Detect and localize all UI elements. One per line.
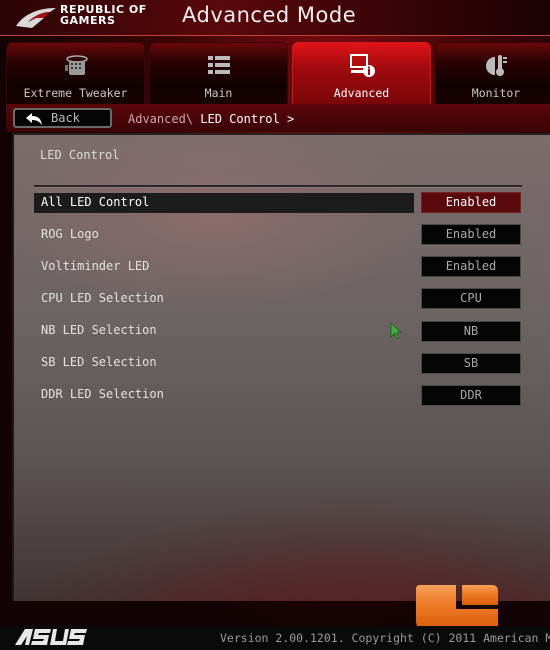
setting-value-nb-led-selection[interactable]: NB (421, 321, 521, 342)
main-tabs: Extreme Tweaker Main Advanced Monitor (0, 42, 550, 106)
setting-label: Voltiminder LED (41, 259, 150, 273)
tab-main[interactable]: Main (149, 42, 288, 106)
setting-row-voltiminder-led[interactable]: Voltiminder LED (34, 257, 414, 277)
settings-info-icon (349, 54, 375, 77)
setting-label: All LED Control (41, 195, 150, 209)
settings-panel: LED Control All LED Control Enabled ROG … (12, 133, 550, 601)
setting-value-ddr-led-selection[interactable]: DDR (421, 385, 521, 406)
setting-value-sb-led-selection[interactable]: SB (421, 353, 521, 374)
mouse-pointer-icon (390, 322, 402, 340)
gauge-thermometer-icon (486, 55, 507, 76)
setting-label: SB LED Selection (41, 355, 157, 369)
rog-logo-icon (16, 8, 56, 28)
setting-value-voltiminder-led[interactable]: Enabled (421, 256, 521, 277)
back-arrow-icon (26, 113, 42, 125)
setting-row-rog-logo[interactable]: ROG Logo (34, 225, 414, 245)
back-label: Back (51, 111, 80, 125)
setting-row-all-led-control[interactable]: All LED Control (34, 193, 414, 213)
setting-row-sb-led-selection[interactable]: SB LED Selection (34, 353, 414, 373)
section-title: LED Control (40, 148, 120, 162)
tab-extreme-tweaker[interactable]: Extreme Tweaker (6, 42, 145, 106)
version-text: Version 2.00.1201. Copyright (C) 2011 Am… (220, 631, 550, 645)
divider (34, 185, 522, 188)
asus-logo-icon (15, 629, 87, 645)
setting-label: CPU LED Selection (41, 291, 164, 305)
page-title: Advanced Mode (182, 3, 357, 27)
navigation-bar: Back Advanced\ LED Control > (6, 104, 550, 132)
setting-value-all-led-control[interactable]: Enabled (421, 192, 521, 213)
setting-row-nb-led-selection[interactable]: NB LED Selection (34, 321, 414, 341)
tab-monitor[interactable]: Monitor (435, 42, 550, 106)
brand-text: REPUBLIC OF GAMERS (60, 4, 147, 26)
breadcrumb: Advanced\ LED Control > (128, 112, 294, 126)
footer-bar: Version 2.00.1201. Copyright (C) 2011 Am… (0, 626, 550, 650)
tab-label: Extreme Tweaker (23, 86, 128, 100)
breadcrumb-current: LED Control > (200, 112, 295, 126)
back-button[interactable]: Back (13, 108, 112, 128)
tab-label: Main (204, 86, 233, 100)
setting-row-ddr-led-selection[interactable]: DDR LED Selection (34, 385, 414, 405)
setting-label: DDR LED Selection (41, 387, 164, 401)
setting-value-rog-logo[interactable]: Enabled (421, 224, 521, 245)
list-icon (207, 56, 230, 74)
tab-label: Monitor (471, 86, 521, 100)
setting-row-cpu-led-selection[interactable]: CPU LED Selection (34, 289, 414, 309)
setting-value-cpu-led-selection[interactable]: CPU (421, 288, 521, 309)
cpu-cooler-icon (64, 55, 88, 75)
header-bar: REPUBLIC OF GAMERS Advanced Mode (0, 0, 550, 36)
tab-label: Advanced (333, 86, 390, 100)
brand-line-2: GAMERS (60, 14, 116, 27)
breadcrumb-parent[interactable]: Advanced\ (128, 112, 193, 126)
setting-label: NB LED Selection (41, 323, 157, 337)
tab-advanced[interactable]: Advanced (292, 42, 431, 106)
setting-label: ROG Logo (41, 227, 99, 241)
watermark-logo-icon (416, 585, 498, 629)
